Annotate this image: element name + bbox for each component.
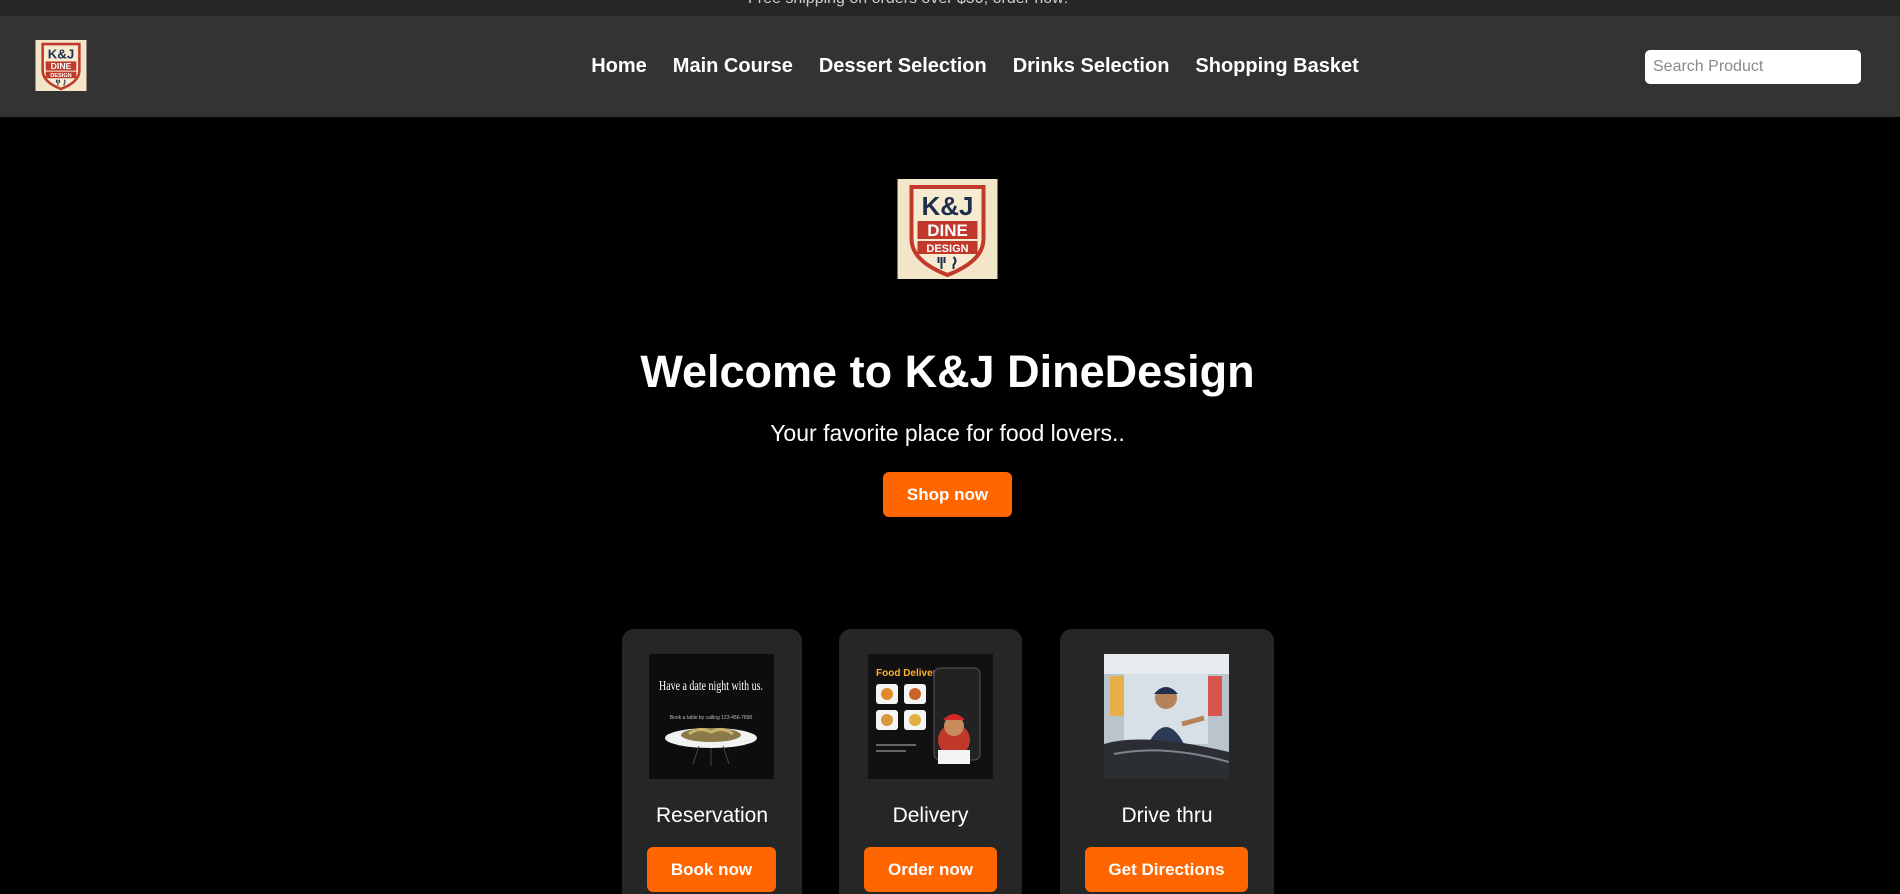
delivery-poster: Food Delivery [868,654,993,779]
reservation-image: Have a date night with us. Book a table … [649,654,774,779]
order-now-button[interactable]: Order now [864,847,997,892]
search-input[interactable] [1645,50,1861,84]
delivery-image: Food Delivery [868,654,993,779]
nav-item-home[interactable]: Home [591,47,647,86]
hero-title: Welcome to K&J DineDesign [640,346,1255,397]
nav-item-shopping-basket[interactable]: Shopping Basket [1195,47,1358,86]
announcement-text: Free shipping on orders over $50, order … [748,0,1068,8]
hero-logo-icon: K&J DINE DESIGN [897,179,998,279]
delivery-title: Delivery [892,804,969,827]
reservation-image-caption: Book a table by calling 123-456-7890 [670,715,753,721]
reservation-poster: Have a date night with us. Book a table … [649,654,774,779]
hero-subtitle: Your favorite place for food lovers.. [770,420,1125,446]
reservation-image-headline: Have a date night with us. [659,679,763,694]
hero-logo-line1: K&J [921,191,973,221]
page-root: Free shipping on orders over $50, order … [0,0,1900,894]
service-card-reservation: Have a date night with us. Book a table … [622,629,802,894]
hero-logo-line3: DESIGN [926,243,968,255]
hero-logo: K&J DINE DESIGN [895,179,1000,279]
get-directions-button[interactable]: Get Directions [1085,847,1248,892]
shop-now-button[interactable]: Shop now [883,472,1012,517]
book-now-button[interactable]: Book now [647,847,776,892]
announcement-bar: Free shipping on orders over $50, order … [0,0,1900,16]
drive-thru-photo [1104,654,1229,779]
service-card-drive-thru: Drive thru Get Directions [1060,629,1274,894]
hero-logo-line2: DINE [927,221,968,240]
delivery-image-headline: Food Delivery [876,668,943,679]
drive-thru-image [1104,654,1229,779]
nav-item-dessert-selection[interactable]: Dessert Selection [819,47,987,86]
service-card-delivery: Food Delivery Delivery Order now [839,629,1022,894]
site-header: K&J DINE DESIGN Home Main Course Dessert… [0,16,1900,117]
drive-thru-title: Drive thru [1121,804,1213,827]
reservation-title: Reservation [655,804,769,827]
nav-item-main-course[interactable]: Main Course [673,47,793,86]
main-nav: Home Main Course Dessert Selection Drink… [0,16,1900,117]
nav-item-drinks-selection[interactable]: Drinks Selection [1013,47,1170,86]
